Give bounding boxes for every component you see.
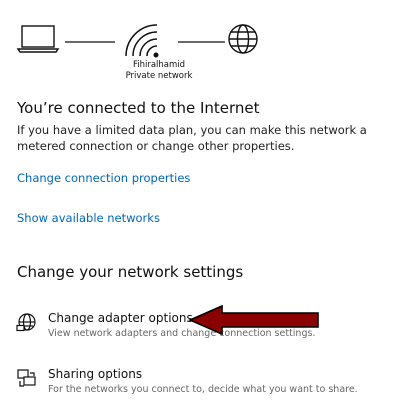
change-adapter-options-title: Change adapter options: [48, 311, 193, 325]
sharing-options-item[interactable]: Sharing options For the networks you con…: [14, 364, 384, 402]
connection-heading: You’re connected to the Internet: [17, 99, 260, 117]
network-settings-heading: Change your network settings: [17, 263, 244, 281]
show-available-networks-link[interactable]: Show available networks: [17, 210, 160, 226]
sharing-options-description: For the networks you connect to, decide …: [48, 384, 358, 395]
sharing-icon: [17, 369, 36, 387]
network-adapter-icon: [16, 313, 36, 332]
connection-description: If you have a limited data plan, you can…: [17, 123, 367, 153]
change-connection-properties-link[interactable]: Change connection properties: [17, 170, 190, 186]
annotation-arrow: [188, 304, 319, 336]
laptop-icon: [16, 25, 60, 53]
wifi-icon: [125, 24, 159, 58]
network-caption: Fihiralhamid Private network: [100, 60, 218, 82]
network-status-diagram: Fihiralhamid Private network: [15, 18, 285, 88]
network-name: Fihiralhamid: [132, 60, 186, 70]
globe-icon: [228, 24, 258, 54]
status-diagram-graphic: [16, 24, 258, 58]
network-type: Private network: [125, 71, 193, 81]
sharing-options-title: Sharing options: [48, 367, 143, 381]
